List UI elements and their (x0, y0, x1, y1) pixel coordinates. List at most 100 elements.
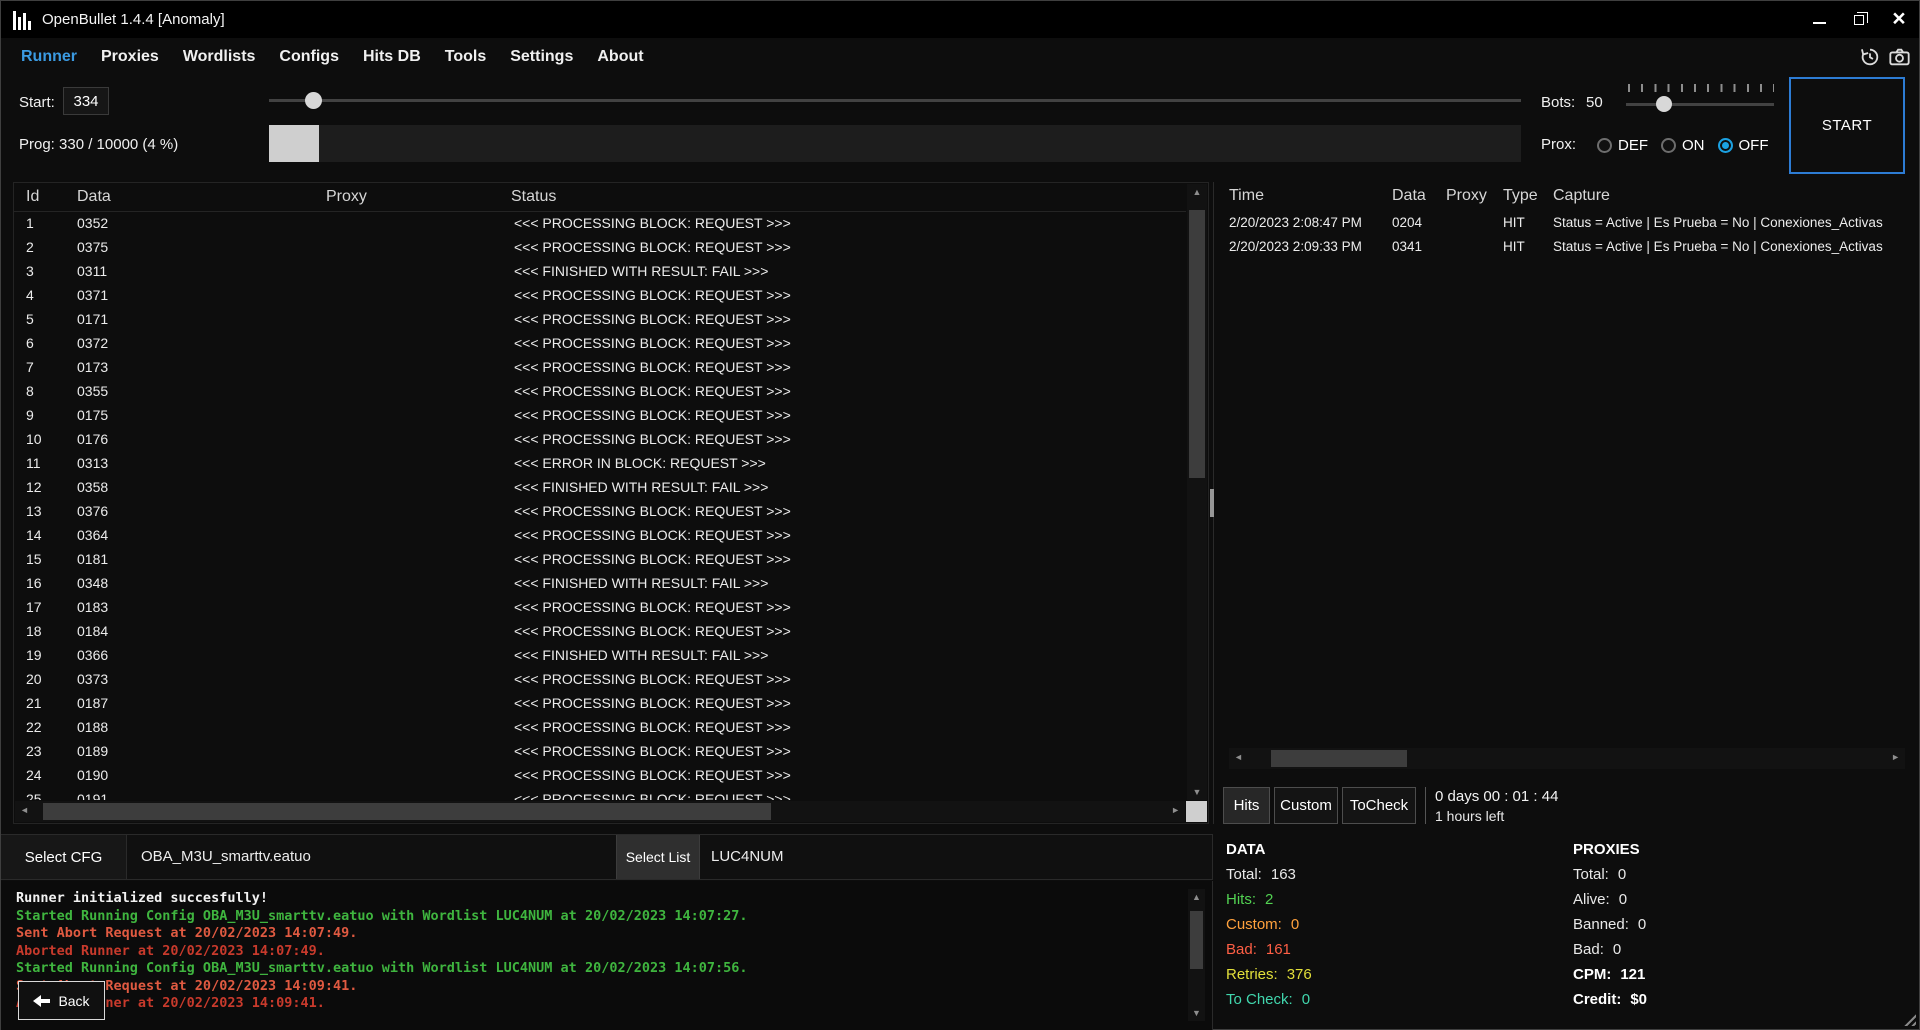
table-row[interactable]: 200373<<< PROCESSING BLOCK: REQUEST >>> (14, 668, 1186, 692)
tab-hits[interactable]: Hits (1223, 787, 1270, 824)
stat-value: 163 (1271, 866, 1296, 883)
table-row[interactable]: 50171<<< PROCESSING BLOCK: REQUEST >>> (14, 308, 1186, 332)
table-row[interactable]: 150181<<< PROCESSING BLOCK: REQUEST >>> (14, 548, 1186, 572)
scrollbar-thumb[interactable] (1189, 210, 1205, 478)
screenshot-camera-icon[interactable] (1888, 46, 1911, 68)
table-row[interactable]: 170183<<< PROCESSING BLOCK: REQUEST >>> (14, 596, 1186, 620)
prox-radio-on[interactable]: ON (1661, 137, 1705, 154)
stat-label: Hits: (1226, 891, 1256, 908)
log-line: Sent Abort Request at 20/02/2023 14:09:4… (16, 978, 1178, 996)
scroll-left-icon[interactable] (1234, 752, 1243, 762)
prox-radio-off[interactable]: OFF (1718, 137, 1769, 154)
back-button[interactable]: Back (18, 981, 105, 1020)
bots-slider[interactable] (1626, 84, 1774, 118)
scrollbar-thumb[interactable] (43, 803, 771, 820)
column-header-data[interactable]: Data (1392, 187, 1426, 205)
splitter-handle[interactable] (1210, 489, 1214, 517)
scroll-down-icon[interactable] (1188, 1008, 1205, 1018)
close-button[interactable]: × (1879, 1, 1919, 38)
table-row[interactable]: 250191<<< PROCESSING BLOCK: REQUEST >>> (14, 788, 1186, 800)
scroll-up-icon[interactable] (1187, 187, 1207, 197)
start-position-input[interactable] (63, 87, 109, 115)
stat-label: Retries: (1226, 966, 1278, 983)
progress-label: Prog: 330 / 10000 (4 %) (19, 136, 178, 153)
menu-item-wordlists[interactable]: Wordlists (171, 48, 268, 66)
hit-row[interactable]: 2/20/2023 2:08:47 PM0204HITStatus = Acti… (1219, 211, 1909, 235)
table-row[interactable]: 190366<<< FINISHED WITH RESULT: FAIL >>> (14, 644, 1186, 668)
scroll-right-icon[interactable] (1891, 752, 1900, 762)
menu-item-configs[interactable]: Configs (267, 48, 351, 66)
select-wordlist-button[interactable]: Select List (616, 835, 700, 879)
minimize-button[interactable] (1799, 1, 1839, 38)
column-header-type[interactable]: Type (1503, 187, 1538, 205)
log-scrollbar[interactable] (1188, 889, 1205, 1021)
stat-label: Total: (1226, 866, 1262, 883)
tab-tocheck[interactable]: ToCheck (1342, 787, 1416, 824)
menu-item-about[interactable]: About (585, 48, 655, 66)
log-line: Aborted Runner at 20/02/2023 14:07:49. (16, 943, 1178, 961)
table-row[interactable]: 90175<<< PROCESSING BLOCK: REQUEST >>> (14, 404, 1186, 428)
proxies-stat-banned: Banned:0 (1573, 916, 1647, 941)
hits-horizontal-scrollbar[interactable] (1229, 748, 1905, 769)
table-row[interactable]: 120358<<< FINISHED WITH RESULT: FAIL >>> (14, 476, 1186, 500)
column-header-id[interactable]: Id (26, 188, 39, 206)
back-arrow-icon (33, 995, 50, 1007)
table-row[interactable]: 240190<<< PROCESSING BLOCK: REQUEST >>> (14, 764, 1186, 788)
table-row[interactable]: 230189<<< PROCESSING BLOCK: REQUEST >>> (14, 740, 1186, 764)
table-row[interactable]: 40371<<< PROCESSING BLOCK: REQUEST >>> (14, 284, 1186, 308)
column-header-proxy[interactable]: Proxy (1446, 187, 1487, 205)
scroll-up-icon[interactable] (1188, 892, 1205, 902)
start-position-slider[interactable] (269, 86, 1521, 116)
start-slider-handle[interactable] (305, 92, 322, 109)
column-header-proxy[interactable]: Proxy (326, 188, 367, 206)
column-header-data[interactable]: Data (77, 188, 111, 206)
time-remaining: 1 hours left (1435, 808, 1558, 824)
table-row[interactable]: 110313<<< ERROR IN BLOCK: REQUEST >>> (14, 452, 1186, 476)
table-row[interactable]: 160348<<< FINISHED WITH RESULT: FAIL >>> (14, 572, 1186, 596)
bots-slider-handle[interactable] (1656, 96, 1672, 112)
close-icon: × (1892, 7, 1905, 30)
table-row[interactable]: 20375<<< PROCESSING BLOCK: REQUEST >>> (14, 236, 1186, 260)
start-runner-button[interactable]: START (1789, 77, 1905, 174)
prox-radio-def[interactable]: DEF (1597, 137, 1648, 154)
results-vertical-scrollbar[interactable] (1187, 184, 1207, 800)
elapsed-timer: 0 days 00 : 01 : 44 (1435, 788, 1558, 805)
hit-row[interactable]: 2/20/2023 2:09:33 PM0341HITStatus = Acti… (1219, 235, 1909, 259)
table-row[interactable]: 140364<<< PROCESSING BLOCK: REQUEST >>> (14, 524, 1186, 548)
proxy-mode-label: Prox: (1541, 136, 1576, 153)
menu-item-hits-db[interactable]: Hits DB (351, 48, 433, 66)
table-row[interactable]: 130376<<< PROCESSING BLOCK: REQUEST >>> (14, 500, 1186, 524)
table-row[interactable]: 220188<<< PROCESSING BLOCK: REQUEST >>> (14, 716, 1186, 740)
table-row[interactable]: 70173<<< PROCESSING BLOCK: REQUEST >>> (14, 356, 1186, 380)
scroll-right-icon[interactable] (1171, 805, 1180, 815)
table-row[interactable]: 60372<<< PROCESSING BLOCK: REQUEST >>> (14, 332, 1186, 356)
slider-track (269, 99, 1521, 102)
results-horizontal-scrollbar[interactable] (15, 801, 1185, 822)
scroll-down-icon[interactable] (1187, 787, 1207, 797)
table-row[interactable]: 180184<<< PROCESSING BLOCK: REQUEST >>> (14, 620, 1186, 644)
scrollbar-thumb[interactable] (1271, 750, 1407, 767)
table-row[interactable]: 210187<<< PROCESSING BLOCK: REQUEST >>> (14, 692, 1186, 716)
table-row[interactable]: 10352<<< PROCESSING BLOCK: REQUEST >>> (14, 212, 1186, 236)
table-row[interactable]: 100176<<< PROCESSING BLOCK: REQUEST >>> (14, 428, 1186, 452)
stat-value: 0 (1291, 916, 1299, 933)
menu-item-settings[interactable]: Settings (498, 48, 585, 66)
scrollbar-thumb[interactable] (1190, 911, 1203, 969)
scroll-left-icon[interactable] (20, 805, 29, 815)
history-icon[interactable] (1859, 46, 1881, 68)
select-config-button[interactable]: Select CFG (1, 835, 127, 879)
stat-value: $0 (1630, 991, 1647, 1008)
menu-item-runner[interactable]: Runner (9, 48, 89, 66)
table-row[interactable]: 30311<<< FINISHED WITH RESULT: FAIL >>> (14, 260, 1186, 284)
column-header-time[interactable]: Time (1229, 187, 1264, 205)
stat-label: Alive: (1573, 891, 1610, 908)
menu-item-tools[interactable]: Tools (433, 48, 498, 66)
titlebar: OpenBullet 1.4.4 [Anomaly] × (1, 1, 1919, 38)
tab-custom[interactable]: Custom (1274, 787, 1338, 824)
menubar-icons (1859, 46, 1911, 68)
menu-item-proxies[interactable]: Proxies (89, 48, 171, 66)
column-header-status[interactable]: Status (511, 188, 556, 206)
column-header-capture[interactable]: Capture (1553, 187, 1610, 205)
table-row[interactable]: 80355<<< PROCESSING BLOCK: REQUEST >>> (14, 380, 1186, 404)
maximize-button[interactable] (1839, 1, 1879, 38)
